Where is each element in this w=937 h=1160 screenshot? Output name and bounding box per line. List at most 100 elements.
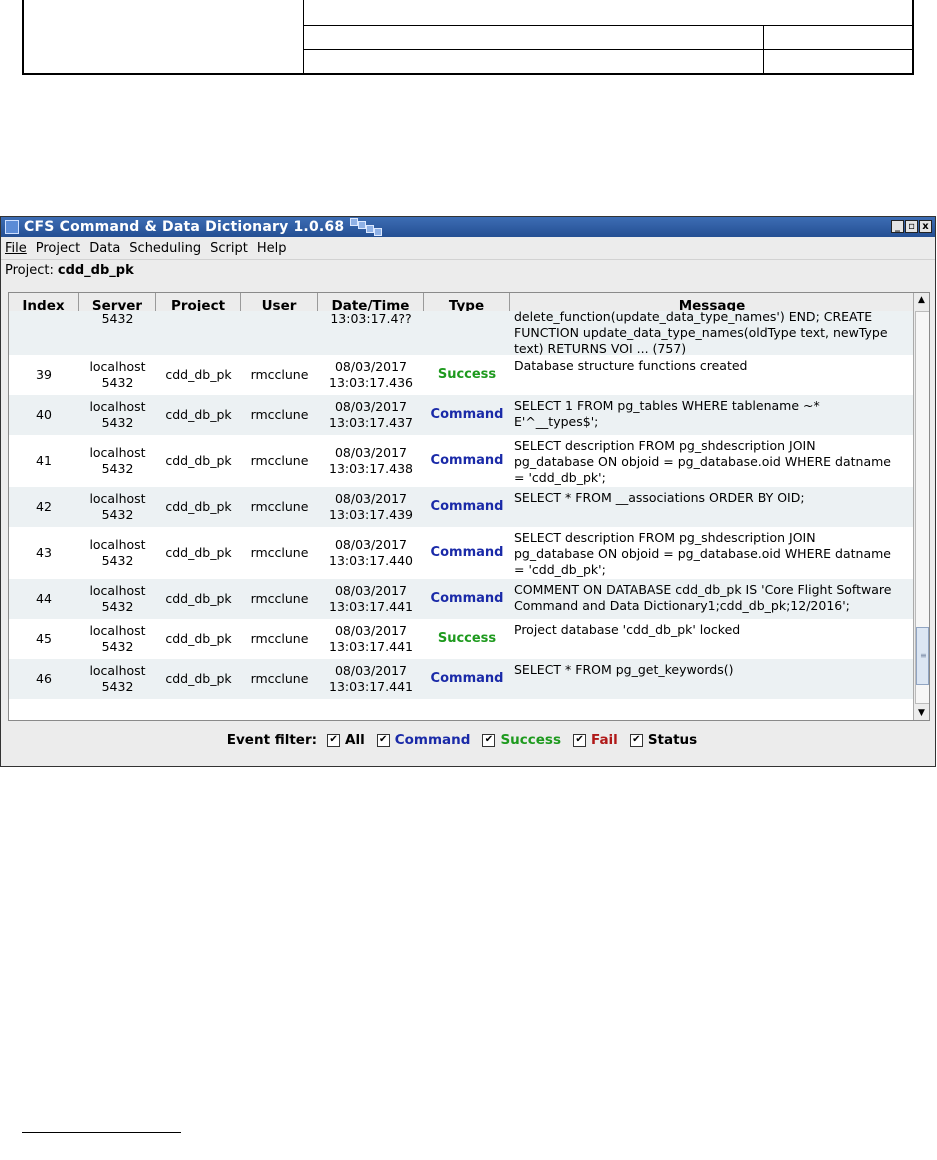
filter-status-checkbox[interactable]: ✔ Status — [629, 732, 697, 748]
cell-project: cdd_db_pk — [165, 407, 232, 422]
cell-project: cdd_db_pk — [165, 671, 232, 686]
menu-file[interactable]: File — [5, 241, 27, 256]
checkbox-checked-icon: ✔ — [327, 733, 341, 747]
cell-user: rmcclune — [250, 453, 309, 468]
cell-user: rmcclune — [250, 407, 309, 422]
filter-fail-checkbox[interactable]: ✔ Fail — [573, 732, 618, 748]
cell-type: Command — [424, 487, 510, 527]
event-type-label: Command — [430, 453, 504, 468]
menu-script[interactable]: Script — [210, 241, 248, 256]
cell-message: COMMENT ON DATABASE cdd_db_pk IS 'Core F… — [514, 582, 892, 613]
menu-help[interactable]: Help — [257, 241, 287, 256]
cell-type: Command — [424, 435, 510, 487]
filter-all-checkbox[interactable]: ✔ All — [327, 732, 365, 748]
event-type-label: Command — [430, 671, 504, 686]
cell-user: rmcclune — [250, 591, 309, 606]
cell-message: SELECT 1 FROM pg_tables WHERE tablename … — [514, 398, 820, 429]
cell-datetime: 08/03/2017 13:03:17.436 — [329, 359, 413, 390]
cell-project: cdd_db_pk — [165, 367, 232, 382]
checkbox-checked-icon: ✔ — [482, 733, 496, 747]
cell-index: 42 — [36, 499, 52, 514]
event-filter-label: Event filter: — [226, 732, 318, 748]
cell-index: 46 — [36, 671, 52, 686]
cell-server: localhost 5432 — [89, 399, 146, 430]
cell-type: Command — [424, 579, 510, 619]
cell-user: rmcclune — [250, 367, 309, 382]
table-row[interactable]: 42 localhost 5432 cdd_db_pk rmcclune 08/03/20… — [9, 487, 914, 527]
event-filter-bar: Event filter: ✔ All ✔ Command ✔ Success ✔ Fa… — [1, 723, 935, 757]
cell-type: Success — [424, 619, 510, 659]
vertical-scrollbar[interactable]: ▲ ≡ ▼ — [913, 293, 929, 720]
cell-project: cdd_db_pk — [165, 591, 232, 606]
cell-user — [241, 311, 318, 355]
event-type-label: Success — [437, 367, 497, 382]
window-controls: _ ▫ x — [891, 220, 932, 233]
minimize-button[interactable]: _ — [891, 220, 904, 233]
cell-index: 45 — [36, 631, 52, 646]
scroll-up-icon[interactable]: ▲ — [914, 293, 929, 307]
filter-success-checkbox[interactable]: ✔ Success — [482, 732, 561, 748]
cell-datetime: 08/03/2017 13:03:17.438 — [329, 445, 413, 476]
project-line: Project: cdd_db_pk — [1, 259, 935, 280]
table-body: 5432 13:03:17.4?? delete_function(update_d… — [9, 311, 914, 699]
table-row[interactable]: 46 localhost 5432 cdd_db_pk rmcclune 08/03/20… — [9, 659, 914, 699]
document-header-table — [22, 0, 914, 75]
menu-project[interactable]: Project — [36, 241, 80, 256]
filter-command-checkbox[interactable]: ✔ Command — [376, 732, 470, 748]
table-row[interactable]: 5432 13:03:17.4?? delete_function(update_d… — [9, 311, 914, 355]
cell-datetime: 08/03/2017 13:03:17.440 — [329, 537, 413, 568]
cell-datetime: 08/03/2017 13:03:17.441 — [329, 663, 413, 694]
maximize-button[interactable]: ▫ — [905, 220, 918, 233]
app-icon — [5, 220, 19, 234]
cell-project: cdd_db_pk — [165, 453, 232, 468]
menu-bar: File Project Data Scheduling Script Help — [1, 237, 935, 259]
checkbox-checked-icon: ✔ — [573, 733, 587, 747]
header-divider — [303, 25, 912, 26]
cell-index — [9, 311, 79, 355]
table-row[interactable]: 45 localhost 5432 cdd_db_pk rmcclune 08/03/20… — [9, 619, 914, 659]
cell-datetime: 08/03/2017 13:03:17.437 — [329, 399, 413, 430]
event-log-table: Index Server Project User Date/Time Type… — [8, 292, 930, 721]
cell-server: localhost 5432 — [89, 623, 146, 654]
app-window: CFS Command & Data Dictionary 1.0.68 _ ▫… — [0, 216, 936, 767]
scrollbar-track[interactable]: ≡ — [915, 311, 929, 704]
cell-message: SELECT * FROM pg_get_keywords() — [514, 662, 734, 677]
checkbox-checked-icon: ✔ — [376, 733, 390, 747]
cell-server: localhost 5432 — [89, 537, 146, 568]
cell-user: rmcclune — [250, 499, 309, 514]
event-type-label: Success — [437, 631, 497, 646]
event-type-label: Command — [430, 407, 504, 422]
scroll-down-icon[interactable]: ▼ — [914, 706, 929, 720]
scrollbar-thumb[interactable]: ≡ — [916, 627, 929, 685]
cell-project: cdd_db_pk — [165, 499, 232, 514]
header-divider — [763, 25, 764, 73]
table-row[interactable]: 43 localhost 5432 cdd_db_pk rmcclune 08/03/20… — [9, 527, 914, 579]
cell-server: 5432 — [101, 311, 134, 326]
project-name: cdd_db_pk — [57, 262, 134, 278]
cell-type: Command — [424, 395, 510, 435]
title-bar[interactable]: CFS Command & Data Dictionary 1.0.68 _ ▫… — [1, 217, 935, 237]
table-row[interactable]: 44 localhost 5432 cdd_db_pk rmcclune 08/03/20… — [9, 579, 914, 619]
cell-user: rmcclune — [250, 631, 309, 646]
cell-project: cdd_db_pk — [165, 545, 232, 560]
grip-icon: ≡ — [920, 651, 927, 660]
cell-index: 44 — [36, 591, 52, 606]
cell-message: Database structure functions created — [514, 358, 748, 373]
menu-scheduling[interactable]: Scheduling — [129, 241, 201, 256]
table-row[interactable]: 40 localhost 5432 cdd_db_pk rmcclune 08/03/20… — [9, 395, 914, 435]
cell-server: localhost 5432 — [89, 663, 146, 694]
menu-data[interactable]: Data — [89, 241, 120, 256]
cell-type: Success — [424, 355, 510, 395]
cell-message: SELECT * FROM __associations ORDER BY OI… — [514, 490, 805, 505]
header-divider — [303, 49, 912, 50]
close-button[interactable]: x — [919, 220, 932, 233]
cell-datetime: 08/03/2017 13:03:17.441 — [329, 583, 413, 614]
table-row[interactable]: 39 localhost 5432 cdd_db_pk rmcclune 08/03/20… — [9, 355, 914, 395]
cell-user: rmcclune — [250, 545, 309, 560]
cell-index: 40 — [36, 407, 52, 422]
table-row[interactable]: 41 localhost 5432 cdd_db_pk rmcclune 08/03/20… — [9, 435, 914, 487]
cell-index: 39 — [36, 367, 52, 382]
cell-index: 41 — [36, 453, 52, 468]
cell-index: 43 — [36, 545, 52, 560]
cell-project: cdd_db_pk — [165, 631, 232, 646]
